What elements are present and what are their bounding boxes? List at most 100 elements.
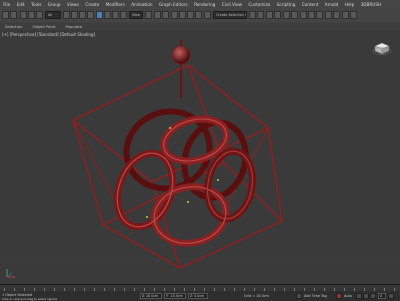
menu-item-3dbrush[interactable]: 3DBRUSH bbox=[357, 0, 384, 9]
auto-key-button[interactable] bbox=[336, 293, 342, 299]
go-to-start-icon[interactable] bbox=[356, 293, 362, 299]
menu-item-tools[interactable]: Tools bbox=[28, 0, 45, 9]
timeline-tick bbox=[224, 288, 225, 291]
menu-item-content[interactable]: Content bbox=[299, 0, 322, 9]
select-object-icon[interactable] bbox=[63, 11, 70, 19]
timeline-tick bbox=[124, 288, 125, 291]
pan-icon[interactable] bbox=[388, 293, 394, 299]
menu-item-modifiers[interactable]: Modifiers bbox=[103, 0, 129, 9]
timeline-tick bbox=[164, 288, 165, 291]
ribbon-tab-populate[interactable]: Populate bbox=[60, 24, 87, 29]
menu-item-rendering[interactable]: Rendering bbox=[191, 0, 219, 9]
menu-item-civil-view[interactable]: Civil View bbox=[219, 0, 246, 9]
coord-z-field[interactable]: Z: 0.0cm bbox=[188, 293, 208, 299]
menu-item-scripting[interactable]: Scripting bbox=[274, 0, 299, 9]
current-frame-field[interactable]: 0 bbox=[378, 293, 386, 299]
prompt-line: Click or click-and-drag to select object… bbox=[2, 297, 58, 301]
coord-y-field[interactable]: Y: -10.0cm bbox=[164, 293, 186, 299]
a360-gallery-icon[interactable] bbox=[350, 11, 357, 19]
timeline-tick bbox=[244, 288, 245, 291]
menu-item-graph-editors[interactable]: Graph Editors bbox=[156, 0, 191, 9]
timeline-tick bbox=[84, 288, 85, 291]
add-time-tag-icon[interactable] bbox=[296, 293, 302, 299]
add-time-tag-label[interactable]: Add Time Tag bbox=[304, 294, 327, 298]
toggle-scene-explorer-icon[interactable] bbox=[266, 11, 273, 19]
status-bar: 1 Object Selected Click or click-and-dra… bbox=[0, 284, 400, 301]
viewcube[interactable] bbox=[372, 38, 392, 58]
schematic-view-icon[interactable] bbox=[300, 11, 307, 19]
link-icon[interactable] bbox=[20, 11, 27, 19]
keyboard-shortcut-override-icon[interactable] bbox=[162, 11, 169, 19]
ribbon-tab-object-paint[interactable]: Object Paint bbox=[28, 24, 61, 29]
select-rotate-icon[interactable] bbox=[104, 11, 111, 19]
redo-icon[interactable] bbox=[10, 11, 17, 19]
undo-icon[interactable] bbox=[2, 11, 9, 19]
menu-item-group[interactable]: Group bbox=[45, 0, 64, 9]
spinner-snap-icon[interactable] bbox=[195, 11, 202, 19]
play-icon[interactable] bbox=[370, 293, 376, 299]
axis-tripod-icon bbox=[6, 269, 15, 278]
selection-filter-dropdown[interactable]: All bbox=[45, 11, 61, 19]
menu-item-views[interactable]: Views bbox=[64, 0, 83, 9]
render-production-icon[interactable] bbox=[333, 11, 340, 19]
previous-frame-icon[interactable] bbox=[363, 293, 369, 299]
menu-item-customize[interactable]: Customize bbox=[245, 0, 273, 9]
timeline-tick bbox=[374, 288, 375, 291]
bind-space-warp-icon[interactable] bbox=[36, 11, 43, 19]
rectangle-selection-icon[interactable] bbox=[79, 11, 86, 19]
timeline-tick bbox=[14, 288, 15, 291]
menu-item-arnold[interactable]: Arnold bbox=[322, 0, 342, 9]
timeline-tick bbox=[154, 288, 155, 291]
angle-snap-icon[interactable] bbox=[179, 11, 186, 19]
menu-item-animation[interactable]: Animation bbox=[128, 0, 156, 9]
timeline-tick bbox=[354, 288, 355, 291]
timeline-tick bbox=[64, 288, 65, 291]
coord-x-field[interactable]: X: 20.0cm bbox=[140, 293, 162, 299]
named-selection-sets-dropdown[interactable]: Create Selection Se bbox=[213, 11, 247, 19]
menu-item-create[interactable]: Create bbox=[82, 0, 102, 9]
perspective-viewport[interactable]: [+] [Perspective] [Standard] [Default Sh… bbox=[0, 30, 400, 284]
scene-geometry[interactable] bbox=[0, 30, 400, 284]
ribbon-tab-selection[interactable]: Selection bbox=[0, 24, 28, 29]
timeline-tick bbox=[274, 288, 275, 291]
mirror-icon[interactable] bbox=[249, 11, 256, 19]
timeline[interactable] bbox=[0, 285, 400, 291]
window-crossing-icon[interactable] bbox=[87, 11, 94, 19]
timeline-tick bbox=[294, 288, 295, 291]
unlink-icon[interactable] bbox=[28, 11, 35, 19]
toggle-layer-explorer-icon[interactable] bbox=[274, 11, 281, 19]
align-icon[interactable] bbox=[257, 11, 264, 19]
render-setup-icon[interactable] bbox=[316, 11, 323, 19]
menu-item-edit[interactable]: Edit bbox=[13, 0, 27, 9]
percent-snap-icon[interactable] bbox=[187, 11, 194, 19]
timeline-tick bbox=[34, 288, 35, 291]
timeline-tick bbox=[334, 288, 335, 291]
timeline-tick bbox=[144, 288, 145, 291]
timeline-tick bbox=[44, 288, 45, 291]
select-by-name-icon[interactable] bbox=[71, 11, 78, 19]
snaps-toggle-icon[interactable] bbox=[171, 11, 178, 19]
grid-size-label: Grid = 10.0cm bbox=[244, 294, 269, 298]
select-move-icon[interactable] bbox=[96, 11, 103, 19]
select-manipulate-icon[interactable] bbox=[154, 11, 161, 19]
pivot-center-icon[interactable] bbox=[145, 11, 152, 19]
timeline-tick bbox=[364, 288, 365, 291]
timeline-tick bbox=[204, 288, 205, 291]
placement-icon[interactable] bbox=[120, 11, 127, 19]
timeline-tick bbox=[284, 288, 285, 291]
auto-key-label: Auto bbox=[344, 294, 352, 298]
material-editor-icon[interactable] bbox=[308, 11, 315, 19]
timeline-tick bbox=[214, 288, 215, 291]
rendered-frame-window-icon[interactable] bbox=[325, 11, 332, 19]
menu-item-help[interactable]: Help bbox=[342, 0, 358, 9]
timeline-tick bbox=[94, 288, 95, 291]
timeline-tick bbox=[104, 288, 105, 291]
render-in-cloud-icon[interactable] bbox=[342, 11, 349, 19]
menu-item-file[interactable]: File bbox=[0, 0, 13, 9]
toggle-ribbon-icon[interactable] bbox=[283, 11, 290, 19]
select-scale-icon[interactable] bbox=[112, 11, 119, 19]
edit-named-selection-icon[interactable] bbox=[204, 11, 211, 19]
curve-editor-icon[interactable] bbox=[291, 11, 298, 19]
timeline-tick bbox=[24, 288, 25, 291]
reference-coordinate-dropdown[interactable]: View bbox=[129, 11, 143, 19]
